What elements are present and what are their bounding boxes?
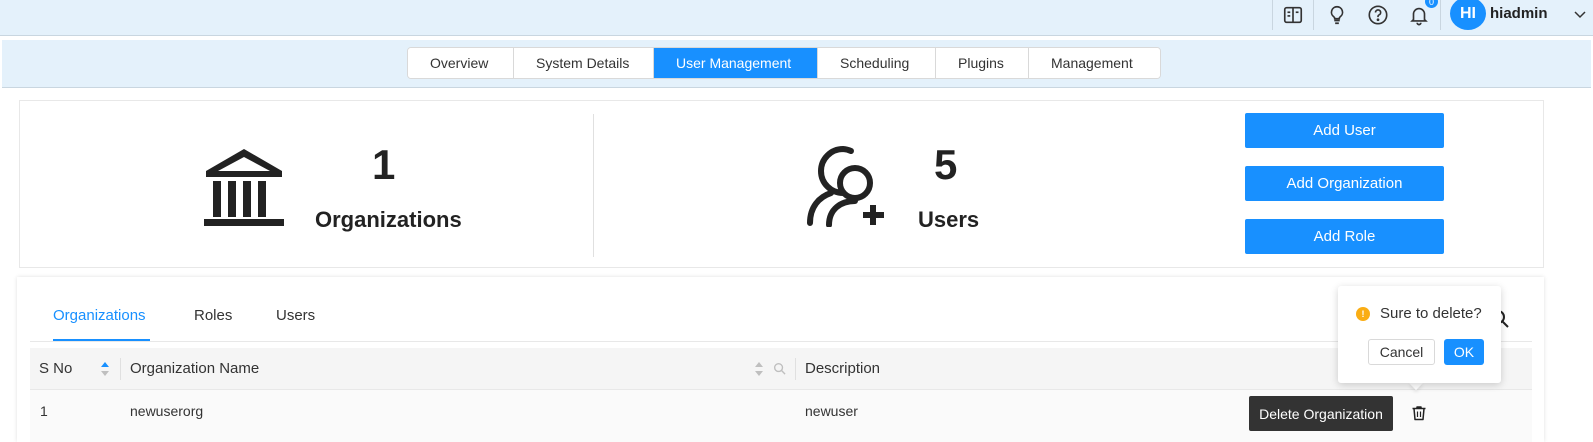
top-bar: 0 HI hiadmin	[0, 0, 1593, 36]
warning-icon: !	[1356, 307, 1370, 321]
ok-button[interactable]: OK	[1444, 339, 1484, 365]
tab-overview[interactable]: Overview	[408, 48, 514, 78]
lightbulb-icon[interactable]	[1325, 3, 1349, 27]
chevron-down-icon[interactable]	[1573, 7, 1587, 21]
add-user-icon	[807, 145, 884, 227]
subtab-active-indicator	[53, 339, 150, 341]
popconfirm-message: Sure to delete?	[1380, 305, 1482, 322]
avatar[interactable]: HI	[1450, 0, 1486, 30]
tab-management[interactable]: Management	[1029, 48, 1160, 78]
trash-icon[interactable]	[1410, 404, 1428, 422]
top-bar-divider	[1272, 0, 1273, 30]
tab-plugins[interactable]: Plugins	[936, 48, 1029, 78]
users-label: Users	[918, 207, 980, 232]
table-header: S No Organization Name Description	[30, 348, 1532, 390]
cell-sno: 1	[40, 403, 48, 419]
subtab-roles[interactable]: Roles	[194, 307, 232, 324]
organizations-count: 1	[372, 141, 396, 188]
users-count: 5	[934, 141, 958, 188]
stats-divider	[593, 114, 594, 257]
column-divider	[795, 358, 796, 380]
delete-popconfirm: ! Sure to delete? Cancel OK	[1338, 286, 1501, 383]
add-organization-button[interactable]: Add Organization	[1245, 166, 1444, 201]
top-bar-divider	[1440, 0, 1441, 30]
search-icon[interactable]	[773, 362, 786, 375]
sort-icon[interactable]	[100, 361, 110, 377]
sort-icon[interactable]	[754, 361, 764, 377]
help-icon[interactable]	[1366, 3, 1390, 27]
delete-organization-tooltip: Delete Organization	[1249, 396, 1393, 431]
tab-scheduling[interactable]: Scheduling	[818, 48, 936, 78]
subtab-users[interactable]: Users	[276, 307, 315, 324]
book-icon[interactable]	[1281, 3, 1305, 27]
main-tabs: Overview System Details User Management …	[407, 47, 1161, 79]
subtab-bar-line	[30, 341, 1532, 342]
username[interactable]: hiadmin	[1490, 5, 1548, 22]
tab-user-management[interactable]: User Management	[654, 48, 818, 78]
tab-strip: Overview System Details User Management …	[2, 40, 1591, 88]
tab-system-details[interactable]: System Details	[514, 48, 654, 78]
cancel-button[interactable]: Cancel	[1368, 339, 1435, 365]
stats-card: 1 Organizations 5 Users Add User Add Org…	[19, 100, 1544, 268]
subtab-organizations[interactable]: Organizations	[53, 307, 146, 324]
add-user-button[interactable]: Add User	[1245, 113, 1444, 148]
column-divider	[120, 358, 121, 380]
column-header-organization-name[interactable]: Organization Name	[130, 360, 259, 377]
column-header-sno[interactable]: S No	[39, 360, 72, 377]
cell-organization-name: newuserorg	[130, 403, 204, 419]
organizations-label: Organizations	[315, 207, 462, 232]
column-header-description[interactable]: Description	[805, 360, 880, 377]
cell-description: newuser	[805, 403, 858, 419]
top-bar-divider	[1313, 0, 1314, 30]
notification-badge: 0	[1424, 0, 1439, 9]
add-role-button[interactable]: Add Role	[1245, 219, 1444, 254]
institution-icon	[204, 149, 284, 226]
